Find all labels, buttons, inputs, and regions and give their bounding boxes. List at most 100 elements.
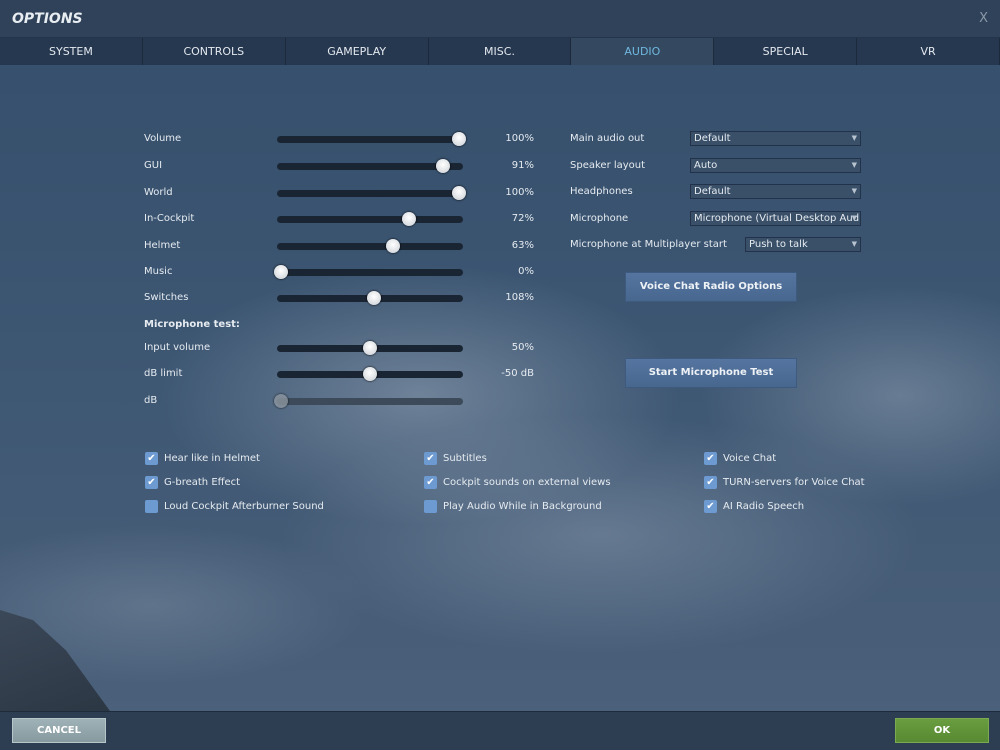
slider-thumb[interactable] [363, 341, 377, 355]
checkmark-icon[interactable]: ✔ [424, 452, 437, 465]
tab-gameplay[interactable]: GAMEPLAY [286, 38, 429, 65]
slider-label: GUI [144, 160, 163, 171]
checkbox-label: Cockpit sounds on external views [443, 477, 611, 488]
checkbox-cockpit-sounds-on-external-views[interactable]: ✔ Cockpit sounds on external views [424, 476, 611, 489]
ok-button[interactable]: OK [895, 718, 989, 743]
slider-label: World [144, 187, 173, 198]
slider-label: dB limit [144, 368, 183, 379]
footer: CANCEL OK [0, 711, 1000, 750]
slider-db [274, 394, 463, 408]
slider-thumb[interactable] [363, 367, 377, 381]
slider-switches[interactable] [277, 291, 463, 305]
dropdown-value: Microphone (Virtual Desktop Audio [694, 213, 861, 224]
tab-vr[interactable]: VR [857, 38, 1000, 65]
slider-value: 50% [511, 342, 534, 353]
slider-thumb[interactable] [452, 132, 466, 146]
checkbox-box[interactable] [145, 500, 158, 513]
slider-thumb[interactable] [274, 265, 288, 279]
slider-gui[interactable] [277, 159, 463, 173]
voice-chat-radio-options-button[interactable]: Voice Chat Radio Options [625, 272, 797, 302]
chevron-down-icon: ▼ [851, 187, 857, 195]
slider-music[interactable] [274, 265, 463, 279]
dropdown-main-audio-out[interactable]: Default ▼ [690, 131, 861, 146]
checkbox-box[interactable] [424, 500, 437, 513]
checkmark-icon[interactable]: ✔ [424, 476, 437, 489]
tab-special[interactable]: SPECIAL [714, 38, 858, 65]
dropdown-value: Default [694, 186, 731, 197]
tab-misc[interactable]: MISC. [429, 38, 572, 65]
dropdown-value: Default [694, 133, 731, 144]
checkmark-icon[interactable]: ✔ [704, 452, 717, 465]
checkbox-label: TURN-servers for Voice Chat [723, 477, 865, 488]
checkbox-g-breath-effect[interactable]: ✔ G-breath Effect [145, 476, 240, 489]
slider-label: Music [144, 266, 173, 277]
checkbox-label: G-breath Effect [164, 477, 241, 488]
checkbox-voice-chat[interactable]: ✔ Voice Chat [704, 452, 776, 465]
dropdown-headphones[interactable]: Default ▼ [690, 184, 861, 199]
dropdown-label: Microphone at Multiplayer start [570, 239, 727, 250]
slider-value: 91% [511, 160, 534, 171]
slider-value: 100% [505, 133, 534, 144]
tab-controls[interactable]: CONTROLS [143, 38, 286, 65]
close-icon[interactable]: X [979, 11, 988, 26]
checkbox-ai-radio-speech[interactable]: ✔ AI Radio Speech [704, 500, 804, 513]
slider-value: 0% [518, 266, 534, 277]
slider-value: 63% [511, 240, 534, 251]
slider-helmet[interactable] [277, 239, 463, 253]
tab-bar: SYSTEM CONTROLS GAMEPLAY MISC. AUDIO SPECIAL V… [0, 38, 1000, 65]
slider-value: 72% [511, 213, 534, 224]
slider-value: -50 dB [501, 368, 534, 379]
slider-thumb[interactable] [435, 159, 450, 173]
slider-input-volume[interactable] [277, 341, 463, 355]
slider-world[interactable] [277, 186, 466, 200]
slider-thumb[interactable] [452, 186, 466, 200]
slider-label: Switches [144, 292, 189, 303]
chevron-down-icon: ▼ [851, 240, 857, 248]
slider-thumb [274, 394, 288, 408]
checkbox-hear-like-in-helmet[interactable]: ✔ Hear like in Helmet [145, 452, 260, 465]
mic-test-heading: Microphone test: [144, 319, 240, 330]
checkbox-label: Voice Chat [723, 453, 777, 464]
checkmark-icon[interactable]: ✔ [145, 452, 158, 465]
slider-db-limit[interactable] [277, 367, 463, 381]
checkmark-icon[interactable]: ✔ [704, 500, 717, 513]
checkbox-label: Hear like in Helmet [164, 453, 260, 464]
chevron-down-icon: ▼ [851, 161, 857, 169]
dropdown-label: Microphone [570, 213, 629, 224]
title-bar: OPTIONS X [0, 0, 1000, 38]
slider-in-cockpit[interactable] [277, 212, 463, 226]
slider-label: Input volume [144, 342, 211, 353]
slider-label: Helmet [144, 240, 181, 251]
checkbox-label: Loud Cockpit Afterburner Sound [164, 501, 324, 512]
cancel-button[interactable]: CANCEL [12, 718, 106, 743]
checkbox-label: AI Radio Speech [723, 501, 805, 512]
slider-value: 100% [505, 187, 534, 198]
chevron-down-icon: ▼ [851, 214, 857, 222]
dropdown-microphone[interactable]: Microphone (Virtual Desktop Audio ▼ [690, 211, 861, 226]
checkmark-icon[interactable]: ✔ [145, 476, 158, 489]
checkbox-play-audio-while-in-background[interactable]: Play Audio While in Background [424, 500, 602, 513]
start-microphone-test-button[interactable]: Start Microphone Test [625, 358, 797, 388]
dropdown-label: Headphones [570, 186, 633, 197]
window-title: OPTIONS [12, 11, 83, 27]
tab-audio[interactable]: AUDIO [571, 38, 715, 65]
dropdown-label: Speaker layout [570, 160, 646, 171]
chevron-down-icon: ▼ [851, 134, 857, 142]
dropdown-value: Push to talk [749, 239, 808, 250]
checkbox-turn-servers-for-voice-chat[interactable]: ✔ TURN-servers for Voice Chat [704, 476, 865, 489]
checkmark-icon[interactable]: ✔ [704, 476, 717, 489]
tab-system[interactable]: SYSTEM [0, 38, 143, 65]
slider-volume[interactable] [277, 132, 466, 146]
slider-value: 108% [505, 292, 534, 303]
dropdown-microphone-at-multiplayer-start[interactable]: Push to talk ▼ [745, 237, 861, 252]
dropdown-value: Auto [694, 160, 718, 171]
checkbox-loud-cockpit-afterburner-sound[interactable]: Loud Cockpit Afterburner Sound [145, 500, 324, 513]
checkbox-label: Subtitles [443, 453, 487, 464]
dropdown-label: Main audio out [570, 133, 645, 144]
checkbox-label: Play Audio While in Background [443, 501, 602, 512]
slider-label: In-Cockpit [144, 213, 195, 224]
checkbox-subtitles[interactable]: ✔ Subtitles [424, 452, 487, 465]
slider-thumb[interactable] [366, 291, 381, 305]
dropdown-speaker-layout[interactable]: Auto ▼ [690, 158, 861, 173]
slider-label: dB [144, 395, 158, 406]
